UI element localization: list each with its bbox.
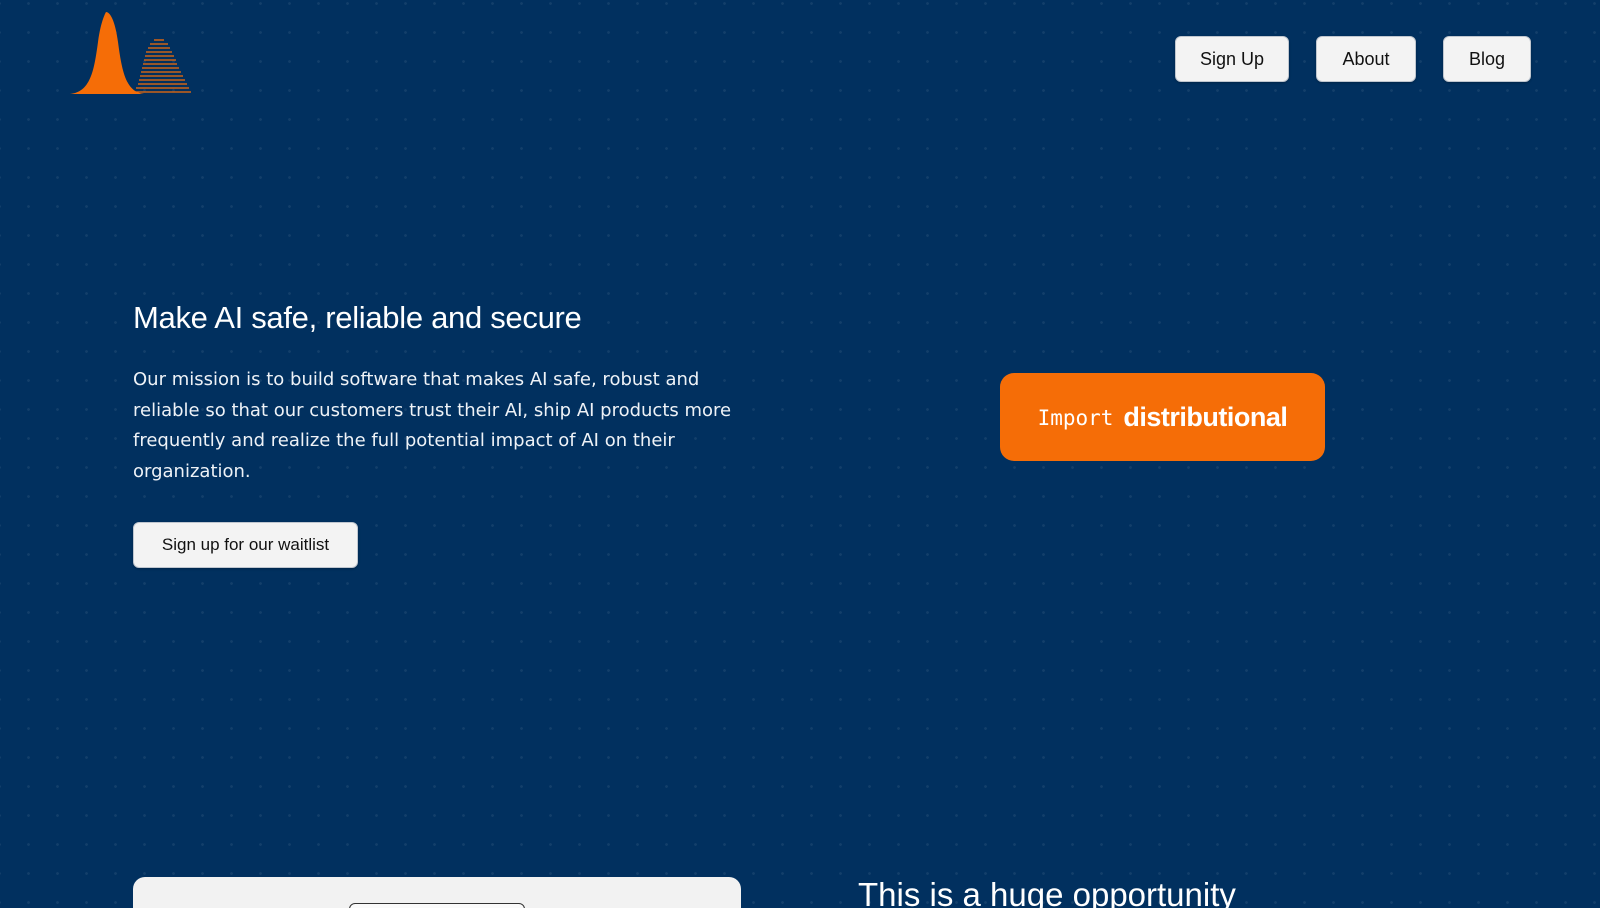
hero-mission-text: Our mission is to build software that ma… xyxy=(133,369,732,482)
import-distributional-badge: Import distributional xyxy=(1000,373,1325,461)
import-keyword: Import xyxy=(1037,406,1114,430)
import-package-name: distributional xyxy=(1123,401,1288,432)
hero-title: Make AI safe, reliable and secure xyxy=(133,300,582,335)
waitlist-button[interactable]: Sign up for our waitlist xyxy=(133,522,358,568)
opportunity-section-title: This is a huge opportunity xyxy=(858,876,1236,908)
bell-curve-logo-icon[interactable] xyxy=(68,12,192,96)
about-button[interactable]: About xyxy=(1316,36,1416,82)
bottom-card-button[interactable] xyxy=(349,903,525,908)
signup-button[interactable]: Sign Up xyxy=(1175,36,1289,82)
blog-button[interactable]: Blog xyxy=(1443,36,1531,82)
bottom-card xyxy=(133,877,741,908)
